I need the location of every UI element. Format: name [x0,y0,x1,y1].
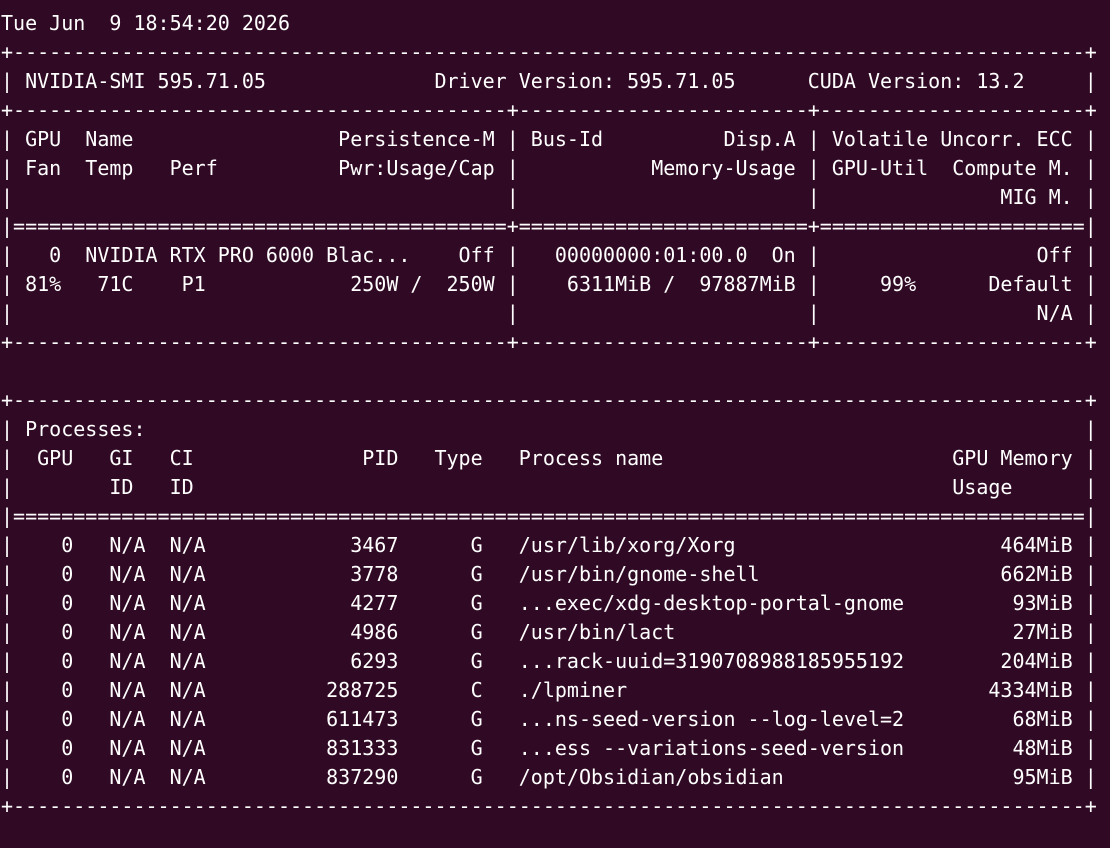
gpu-column-header-row-1: | GPU Name Persistence-M | Bus-Id Disp.A… [1,127,1097,151]
processes-title: | Processes: | [1,417,1097,441]
gpu-info-row-3: | | | N/A | [1,301,1097,325]
gpu-info-row-1: | 0 NVIDIA RTX PRO 6000 Blac... Off | 00… [1,243,1097,267]
gpu-info-row-2: | 81% 71C P1 250W / 250W | 6311MiB / 978… [1,272,1097,296]
process-row: | 0 N/A N/A 611473 G ...ns-seed-version … [1,707,1097,731]
smi-version-header: | NVIDIA-SMI 595.71.05 Driver Version: 5… [1,69,1097,93]
table-border: +---------------------------------------… [1,98,1097,122]
processes-header-row-1: | GPU GI CI PID Type Process name GPU Me… [1,446,1097,470]
process-row: | 0 N/A N/A 4277 G ...exec/xdg-desktop-p… [1,591,1097,615]
process-row: | 0 N/A N/A 4986 G /usr/bin/lact 27MiB | [1,620,1097,644]
process-row: | 0 N/A N/A 3467 G /usr/lib/xorg/Xorg 46… [1,533,1097,557]
processes-border-bottom: +---------------------------------------… [1,794,1097,818]
table-border-top: +---------------------------------------… [1,40,1097,64]
process-row: | 0 N/A N/A 837290 G /opt/Obsidian/obsid… [1,765,1097,789]
process-row: | 0 N/A N/A 831333 G ...ess --variations… [1,736,1097,760]
process-row: | 0 N/A N/A 288725 C ./lpminer 4334MiB | [1,678,1097,702]
processes-separator: |=======================================… [1,504,1097,528]
table-separator: |=======================================… [1,214,1097,238]
processes-header-row-2: | ID ID Usage | [1,475,1097,499]
process-row: | 0 N/A N/A 6293 G ...rack-uuid=31907089… [1,649,1097,673]
gpu-column-header-row-3: | | | MIG M. | [1,185,1097,209]
process-row: | 0 N/A N/A 3778 G /usr/bin/gnome-shell … [1,562,1097,586]
gpu-column-header-row-2: | Fan Temp Perf Pwr:Usage/Cap | Memory-U… [1,156,1097,180]
processes-border-top: +---------------------------------------… [1,388,1097,412]
table-border-bottom: +---------------------------------------… [1,330,1097,354]
timestamp-line: Tue Jun 9 18:54:20 2026 [1,11,290,35]
terminal-output[interactable]: Tue Jun 9 18:54:20 2026 +---------------… [0,0,1110,848]
